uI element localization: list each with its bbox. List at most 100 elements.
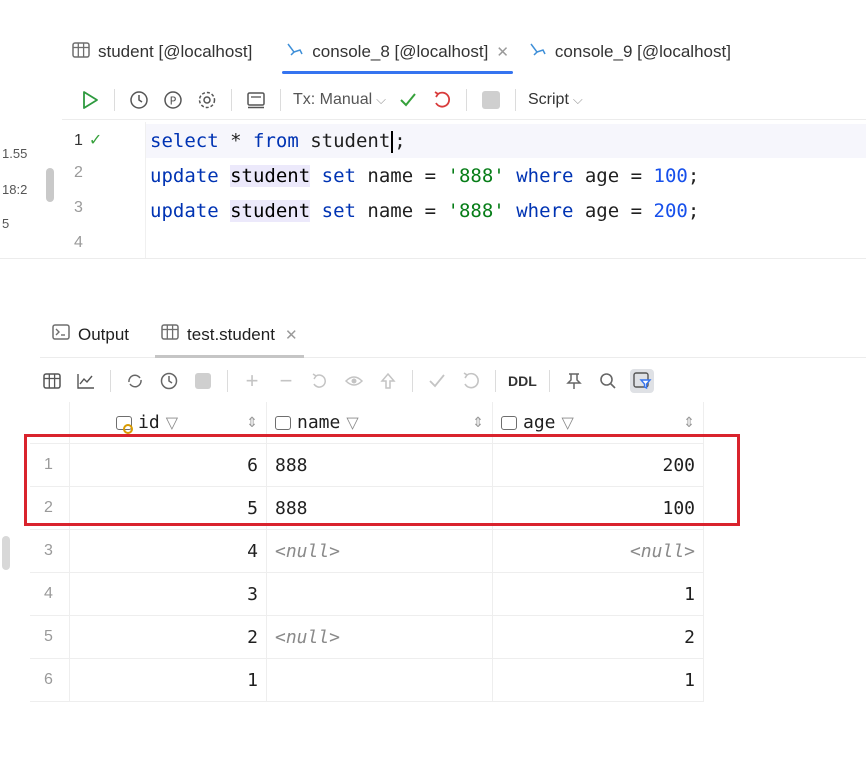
stop-icon[interactable]: [479, 88, 503, 112]
scrollbar-thumb[interactable]: [2, 536, 10, 570]
tab-label: console_8 [@localhost]: [312, 42, 489, 61]
editor-toolbar: P Tx: Manual ⌵ Script ⌵: [62, 80, 866, 120]
layout-icon[interactable]: [244, 88, 268, 112]
text-caret: [391, 130, 394, 153]
cell-age[interactable]: 1: [493, 573, 704, 615]
cell-id[interactable]: 4: [70, 530, 267, 572]
stop-icon[interactable]: [191, 369, 215, 393]
scrollbar-thumb[interactable]: [46, 168, 54, 202]
line-number-text: 1: [74, 132, 83, 149]
chart-view-icon[interactable]: [74, 369, 98, 393]
revert-icon[interactable]: [308, 369, 332, 393]
ddl-button[interactable]: DDL: [508, 373, 537, 389]
chevron-down-icon: ⌵: [376, 91, 386, 107]
history-icon[interactable]: [127, 88, 151, 112]
toolbar-divider: [114, 88, 115, 111]
row-number: 5: [30, 616, 70, 658]
row-number: 3: [30, 530, 70, 572]
chevron-down-icon: ⌵: [572, 91, 583, 107]
table-row[interactable]: 3 4 <null> <null>: [30, 530, 704, 573]
output-icon: [52, 324, 70, 345]
delete-row-icon[interactable]: −: [274, 368, 298, 393]
preview-icon[interactable]: [342, 369, 366, 393]
cell-age[interactable]: <null>: [493, 530, 704, 572]
sort-icon[interactable]: ⇕: [246, 414, 258, 431]
filter-icon[interactable]: ▽: [346, 413, 358, 433]
commit-icon[interactable]: [396, 88, 420, 112]
cell-age[interactable]: 1: [493, 659, 704, 701]
code-line-3[interactable]: update student set name = '888' where ag…: [150, 194, 699, 228]
cell-id[interactable]: 1: [70, 659, 267, 701]
cell-id[interactable]: 3: [70, 573, 267, 615]
line-number: 1 ✓: [74, 130, 102, 150]
tab-output[interactable]: Output: [40, 312, 141, 358]
rollback-icon[interactable]: [459, 369, 483, 393]
column-icon: [501, 415, 517, 430]
tab-label: console_9 [@localhost]: [554, 42, 731, 61]
cell-name[interactable]: [267, 659, 493, 701]
result-toolbar: + − DDL: [40, 362, 866, 400]
tab-label: Output: [78, 324, 130, 344]
tab-test-student[interactable]: test.student ✕: [149, 312, 309, 358]
history-icon[interactable]: [157, 369, 181, 393]
rollback-icon[interactable]: [430, 88, 454, 112]
tab-student[interactable]: student [@localhost]: [62, 26, 262, 78]
cell-name[interactable]: <null>: [267, 530, 493, 572]
sql-editor[interactable]: 1 ✓ 2 3 4 select * from student; update s…: [62, 122, 866, 258]
refresh-icon[interactable]: [123, 369, 147, 393]
toolbar-divider: [412, 370, 413, 392]
console-icon: [529, 42, 547, 63]
close-icon[interactable]: ✕: [496, 43, 509, 61]
tab-console-9[interactable]: console_9 [@localhost]: [519, 26, 741, 78]
table-row[interactable]: 43 1: [30, 573, 704, 616]
toolbar-divider: [466, 88, 467, 111]
submit-icon[interactable]: [376, 369, 400, 393]
code-line-2[interactable]: update student set name = '888' where ag…: [150, 159, 699, 193]
toolbar-divider: [110, 370, 111, 392]
cell-id[interactable]: 2: [70, 616, 267, 658]
settings-icon[interactable]: [195, 88, 219, 112]
code-line-1[interactable]: select * from student;: [146, 124, 866, 158]
cell-age[interactable]: 2: [493, 616, 704, 658]
cell-name[interactable]: <null>: [267, 616, 493, 658]
column-name: name: [297, 412, 341, 433]
sort-icon[interactable]: ⇕: [683, 414, 695, 431]
table-icon: [161, 324, 179, 345]
filter-icon[interactable]: ▽: [562, 413, 574, 433]
cell-name[interactable]: [267, 573, 493, 615]
search-icon[interactable]: [596, 369, 620, 393]
commit-icon[interactable]: [425, 369, 449, 393]
toolbar-divider: [515, 88, 516, 111]
line-number: 3: [74, 199, 83, 216]
column-name: age: [523, 412, 556, 433]
left-panel-text: 5: [2, 216, 10, 231]
editor-tabs: student [@localhost] console_8 [@localho…: [62, 26, 866, 78]
highlight-box: [24, 434, 740, 526]
left-panel-text: 1.55: [2, 146, 28, 161]
primary-key-icon: [116, 415, 133, 434]
script-dropdown[interactable]: Script ⌵: [528, 91, 583, 109]
line-number: 4: [74, 234, 83, 251]
table-icon: [72, 41, 90, 63]
table-row[interactable]: 5 2 <null> 2: [30, 616, 704, 659]
toolbar-divider: [548, 370, 550, 392]
tx-mode-dropdown[interactable]: Tx: Manual ⌵: [293, 91, 386, 109]
tab-console-8[interactable]: console_8 [@localhost] ✕: [276, 26, 519, 78]
checkmark-icon: ✓: [88, 132, 103, 149]
filter-view-icon[interactable]: [629, 369, 654, 393]
toolbar-divider: [280, 88, 281, 111]
filter-icon[interactable]: ▽: [166, 413, 178, 433]
run-icon[interactable]: [78, 88, 102, 112]
pin-icon[interactable]: [562, 369, 586, 393]
console-icon: [286, 42, 304, 63]
table-row[interactable]: 611: [30, 659, 704, 702]
row-number: 6: [30, 659, 70, 701]
close-icon[interactable]: ✕: [285, 326, 298, 344]
toolbar-divider: [227, 370, 228, 392]
add-row-icon[interactable]: +: [240, 368, 264, 393]
parameters-icon[interactable]: P: [161, 88, 185, 112]
sort-icon[interactable]: ⇕: [472, 414, 484, 431]
editor-gutter: 1 ✓ 2 3 4: [62, 122, 146, 258]
table-view-icon[interactable]: [40, 369, 64, 393]
column-icon: [275, 415, 291, 430]
